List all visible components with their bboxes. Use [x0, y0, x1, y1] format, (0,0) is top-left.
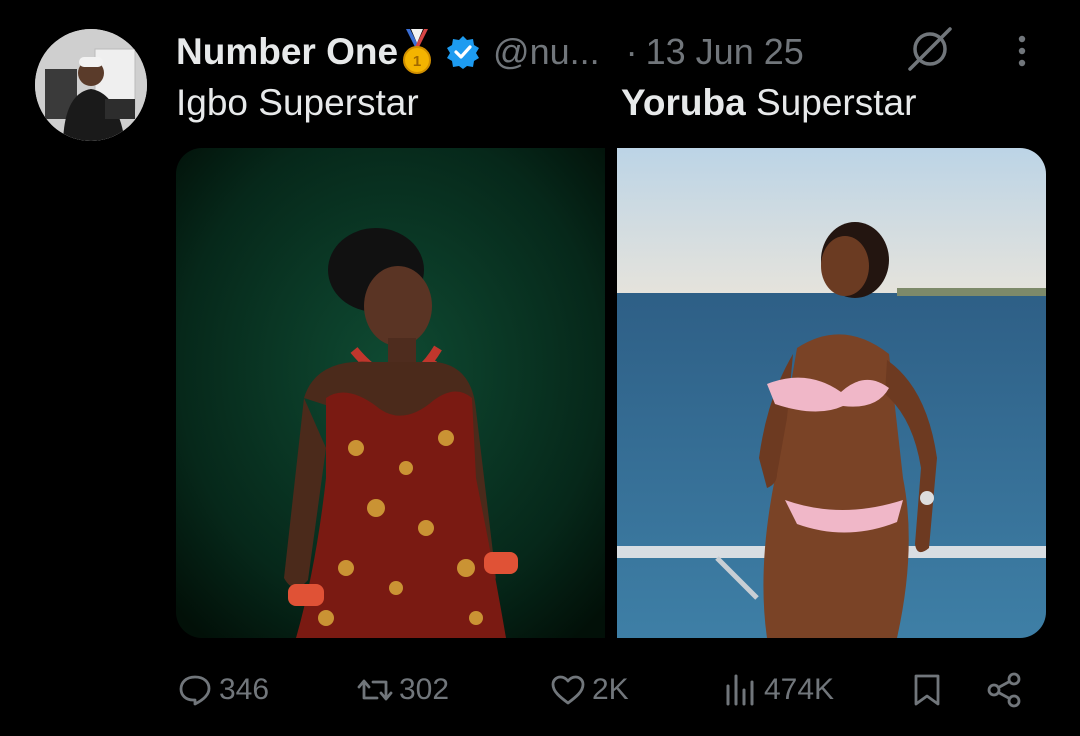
tweet-date[interactable]: 13 Jun 25 — [646, 31, 804, 73]
caption-left: Igbo Superstar — [176, 82, 419, 123]
bookmark-icon — [914, 674, 940, 706]
media-grid — [176, 148, 1046, 638]
reply-count: 346 — [219, 673, 270, 706]
separator-dot: · — [625, 31, 638, 72]
heart-icon — [551, 675, 585, 705]
repost-icon — [357, 679, 393, 701]
bookmark-button[interactable] — [909, 660, 945, 720]
svg-text:1: 1 — [413, 53, 421, 70]
repost-button[interactable]: 302 — [357, 660, 449, 720]
media-image-right[interactable] — [617, 148, 1046, 638]
share-button[interactable] — [986, 660, 1022, 720]
author-name[interactable]: Number One — [176, 31, 398, 73]
reply-button[interactable]: 346 — [177, 660, 269, 720]
views-chart-icon — [726, 674, 754, 706]
share-icon — [987, 672, 1021, 708]
repost-count: 302 — [399, 673, 450, 706]
verified-badge-icon[interactable] — [446, 35, 480, 69]
author-avatar[interactable] — [35, 29, 147, 141]
caption-right-bold: Yoruba — [621, 82, 746, 123]
views-button[interactable]: 474K — [722, 660, 834, 720]
reply-icon — [179, 675, 211, 706]
like-count: 2K — [592, 673, 629, 706]
gold-medal-icon: 1 — [400, 29, 434, 75]
avatar-image — [35, 29, 147, 141]
more-options-icon[interactable] — [1010, 34, 1034, 68]
caption-right: Yoruba Superstar — [621, 82, 916, 124]
author-handle[interactable]: @nu... — [493, 31, 600, 73]
like-button[interactable]: 2K — [550, 660, 629, 720]
view-count: 474K — [764, 673, 835, 706]
grok-icon[interactable] — [905, 24, 955, 74]
caption-right-rest: Superstar — [745, 82, 917, 123]
media-image-left[interactable] — [176, 148, 605, 638]
tweet-header: Number One 1 @nu... · 13 Jun 25 — [176, 28, 804, 76]
tweet-actions: 346 302 2K 474K — [0, 660, 1080, 720]
